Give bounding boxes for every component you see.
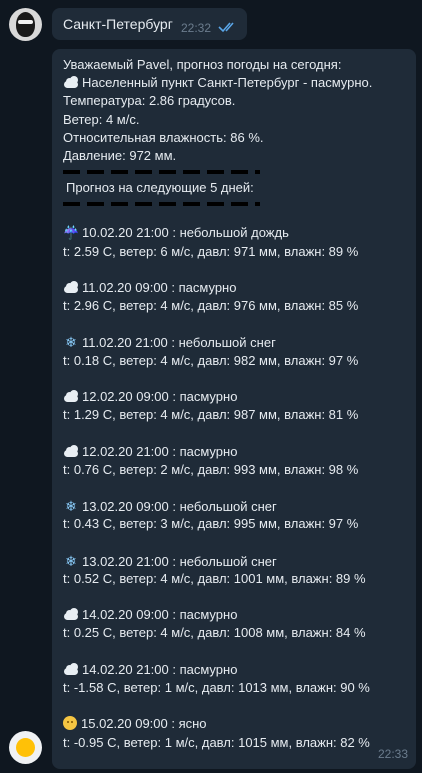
wind-line: Ветер: 4 м/с.	[63, 111, 140, 127]
forecast-gap	[63, 261, 407, 279]
incoming-message[interactable]: Уважаемый Pavel, прогноз погоды на сегод…	[52, 49, 416, 769]
forecast-item-title: ❄ 11.02.20 21:00 : небольшой снег	[63, 333, 407, 351]
forecast-item-title: 15.02.20 09:00 : ясно	[63, 715, 407, 733]
forecast-item-details: t: 0.25 С, ветер: 4 м/с, давл: 1008 мм, …	[63, 625, 366, 641]
forecast-item-title-text: 15.02.20 09:00 : ясно	[81, 716, 207, 732]
forecast-item-title-text: 13.02.20 09:00 : небольшой снег	[82, 499, 277, 515]
user-face-icon	[16, 12, 35, 37]
forecast-item-details: t: 0.43 С, ветер: 3 м/с, давл: 995 мм, в…	[63, 516, 359, 532]
forecast-gap	[63, 424, 407, 442]
greeting-line: Уважаемый Pavel, прогноз погоды на сегод…	[63, 57, 342, 72]
cloud-icon	[63, 444, 79, 457]
forecast-item-title-text: 12.02.20 09:00 : пасмурно	[82, 389, 238, 404]
forecast-gap	[63, 534, 407, 552]
sun-icon	[63, 716, 77, 731]
forecast-item-title-text: 14.02.20 09:00 : пасмурно	[82, 607, 238, 623]
forecast-item-title: ☔ 10.02.20 21:00 : небольшой дождь	[63, 224, 407, 242]
forecast-gap	[63, 588, 407, 606]
double-check-icon	[218, 22, 234, 33]
forecast-item-details: t: 2.96 С, ветер: 4 м/с, давл: 976 мм, в…	[63, 298, 359, 314]
forecast-item-title: ❄ 13.02.20 09:00 : небольшой снег	[63, 497, 407, 515]
forecast-item-title-text: 11.02.20 09:00 : пасмурно	[82, 279, 237, 295]
cloud-icon	[63, 76, 79, 89]
forecast-item-title-text: 10.02.20 21:00 : небольшой дождь	[82, 225, 289, 241]
forecast-title: Прогноз на следующие 5 дней:	[66, 180, 254, 196]
cloud-icon	[63, 390, 79, 402]
forecast-gap	[63, 479, 407, 497]
user-avatar[interactable]	[9, 8, 42, 41]
cloud-icon	[63, 608, 79, 621]
message-time: 22:32	[180, 21, 211, 35]
forecast-item-title-text: 14.02.20 21:00 : пасмурно	[82, 661, 238, 677]
snow-icon: ❄	[65, 334, 77, 351]
forecast-gap	[63, 643, 407, 661]
forecast-item-title: 14.02.20 21:00 : пасмурно	[63, 661, 407, 679]
sun-icon	[16, 738, 35, 757]
pressure-line: Давление: 972 мм.	[63, 147, 177, 163]
forecast-item-title: 12.02.20 09:00 : пасмурно	[63, 388, 407, 406]
snow-icon: ❄	[65, 552, 77, 569]
temperature-line: Температура: 2.86 градусов.	[63, 93, 236, 109]
snow-icon: ❄	[65, 498, 77, 515]
forecast-gap	[63, 370, 407, 388]
forecast-item-details: t: -1.58 С, ветер: 1 м/с, давл: 1013 мм,…	[63, 680, 370, 695]
forecast-list: ☔ 10.02.20 21:00 : небольшой дождь t: 2.59…	[63, 224, 407, 751]
forecast-item-details: t: 0.18 С, ветер: 4 м/с, давл: 982 мм, в…	[63, 352, 359, 368]
forecast-item-title: ❄ 13.02.20 21:00 : небольшой снег	[63, 552, 407, 570]
separator-top	[63, 170, 260, 175]
forecast-item-title-text: 12.02.20 21:00 : пасмурно	[82, 443, 238, 459]
bot-avatar[interactable]	[9, 731, 42, 764]
forecast-item-title: 11.02.20 09:00 : пасмурно	[63, 279, 407, 297]
separator-bottom	[63, 202, 260, 207]
forecast-item-details: t: 0.52 С, ветер: 4 м/с, давл: 1001 мм, …	[63, 570, 366, 586]
message-time: 22:33	[377, 747, 408, 761]
forecast-item-title: 14.02.20 09:00 : пасмурно	[63, 606, 407, 624]
forecast-item-details: t: 1.29 С, ветер: 4 м/с, давл: 987 мм, в…	[63, 407, 359, 423]
forecast-item-title: 12.02.20 21:00 : пасмурно	[63, 443, 407, 461]
forecast-item-details: t: 2.59 С, ветер: 6 м/с, давл: 971 мм, в…	[63, 243, 359, 259]
outgoing-message[interactable]: Санкт-Петербург 22:32	[52, 8, 247, 40]
glasses-icon	[18, 20, 33, 24]
message-content: Уважаемый Pavel, прогноз погоды на сегод…	[63, 56, 407, 752]
current-weather-text: Населенный пункт Санкт-Петербург - пасму…	[82, 75, 373, 91]
rain-icon: ☔	[63, 225, 80, 241]
cloud-icon	[63, 662, 79, 675]
cloud-icon	[63, 280, 79, 293]
forecast-gap	[63, 697, 407, 715]
forecast-item-title-text: 11.02.20 21:00 : небольшой снег	[82, 335, 276, 351]
humidity-line: Относительная влажность: 86 %.	[63, 129, 264, 145]
current-line: Населенный пункт Санкт-Петербург - пасму…	[63, 74, 407, 92]
forecast-item-title-text: 13.02.20 21:00 : небольшой снег	[82, 553, 277, 569]
message-text: Санкт-Петербург	[63, 16, 173, 32]
forecast-gap	[63, 315, 407, 333]
forecast-item-details: t: -0.95 С, ветер: 1 м/с, давл: 1015 мм,…	[63, 734, 370, 750]
forecast-item-details: t: 0.76 С, ветер: 2 м/с, давл: 993 мм, в…	[63, 461, 359, 477]
